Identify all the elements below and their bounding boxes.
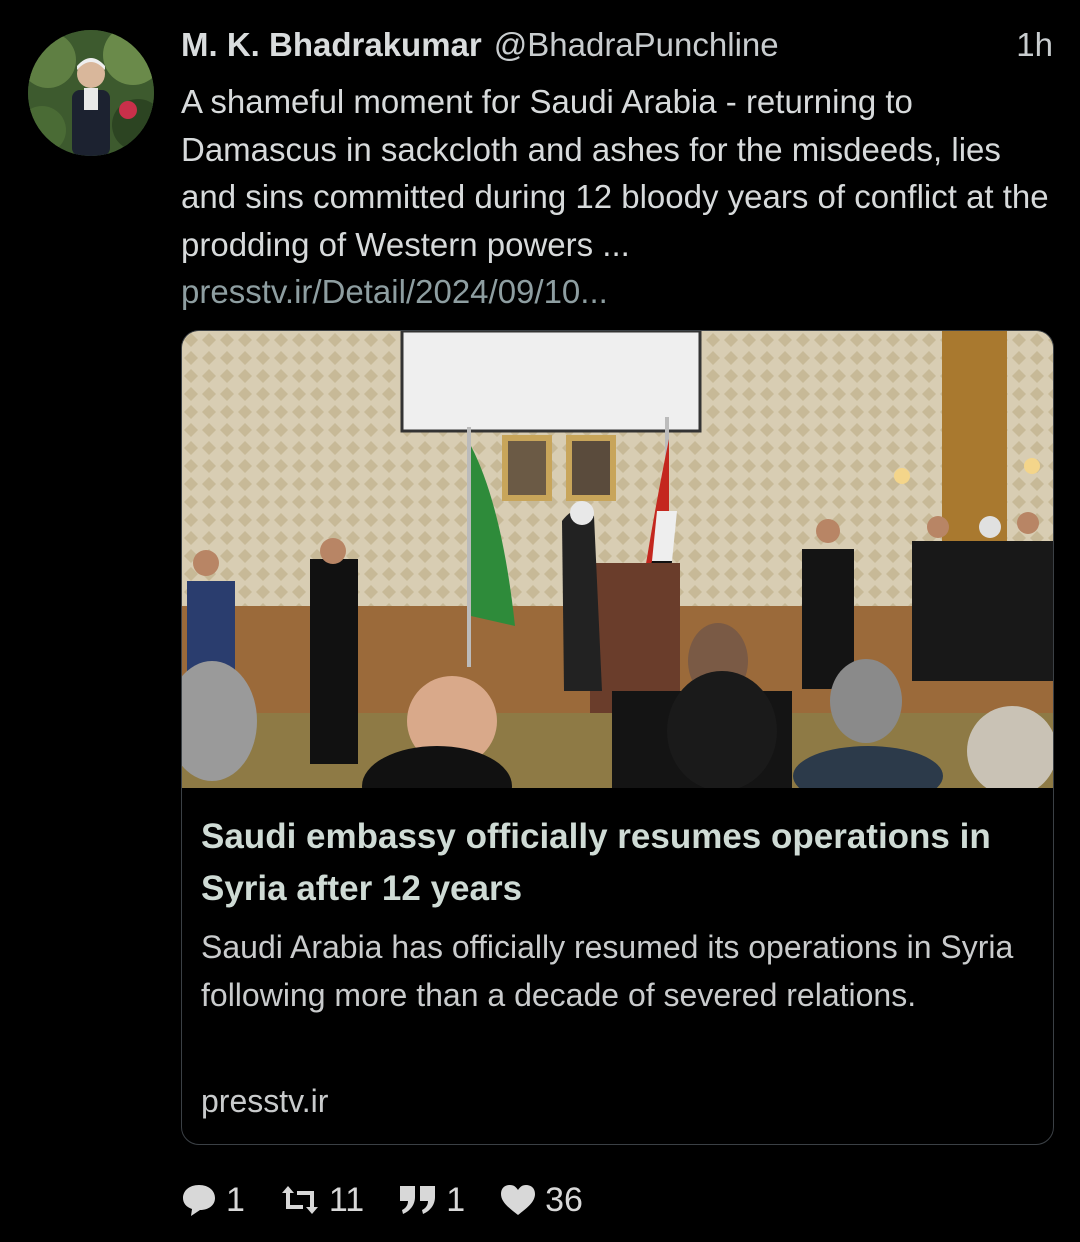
author-handle[interactable]: @BhadraPunchline <box>494 26 779 63</box>
retweet-icon <box>281 1186 318 1214</box>
retweet-count: 11 <box>328 1180 365 1219</box>
tweet-timestamp[interactable]: 1h <box>1016 26 1053 64</box>
like-icon <box>501 1185 536 1215</box>
quote-count: 1 <box>446 1180 466 1219</box>
reply-count: 1 <box>226 1180 245 1219</box>
tweet-link[interactable]: presstv.ir/Detail/2024/09/10... <box>181 268 1051 316</box>
retweet-button[interactable]: 11 <box>279 1181 364 1220</box>
tweet-header: M. K. Bhadrakumar @BhadraPunchline 1h <box>181 26 1061 68</box>
quote-icon <box>400 1186 436 1214</box>
card-domain: presstv.ir <box>201 1083 329 1119</box>
reply-button[interactable]: 1 <box>180 1181 245 1220</box>
avatar[interactable] <box>28 30 154 156</box>
like-count: 36 <box>545 1180 583 1219</box>
author-name[interactable]: M. K. Bhadrakumar <box>181 26 482 63</box>
link-preview-card[interactable]: Saudi embassy officially resumes operati… <box>181 330 1054 1145</box>
card-image[interactable] <box>182 331 1053 788</box>
card-description: Saudi Arabia has officially resumed its … <box>201 929 1014 1013</box>
like-button[interactable]: 36 <box>499 1181 583 1220</box>
tweet-text: A shameful moment for Saudi Arabia - ret… <box>181 83 1049 263</box>
tweet-body: A shameful moment for Saudi Arabia - ret… <box>181 78 1051 316</box>
reply-icon <box>183 1185 215 1216</box>
quote-button[interactable]: 1 <box>398 1181 465 1220</box>
action-bar: 1 11 1 36 <box>180 1178 617 1222</box>
card-title[interactable]: Saudi embassy officially resumes operati… <box>201 811 1031 915</box>
